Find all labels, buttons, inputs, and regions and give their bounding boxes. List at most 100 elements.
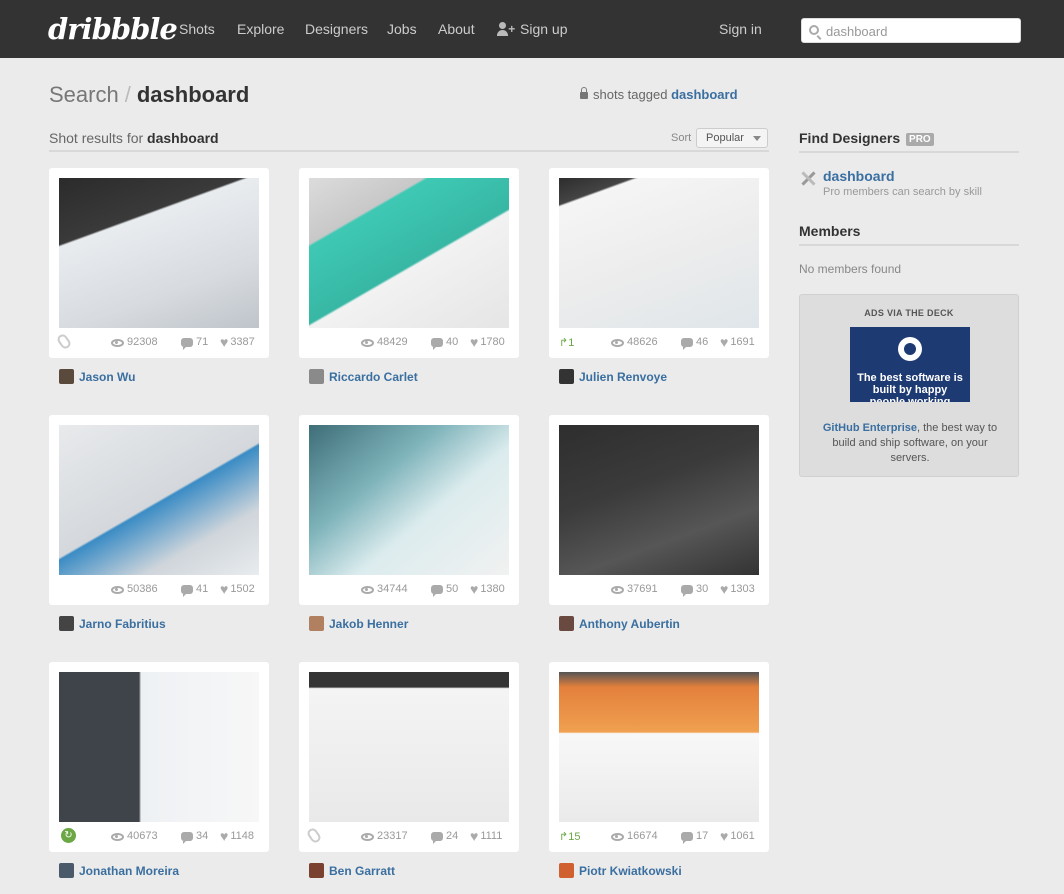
views-count[interactable]: 48429 — [361, 336, 408, 350]
likes-icon: ♥ — [220, 334, 229, 350]
avatar[interactable] — [59, 616, 74, 631]
shot-card[interactable]: 23317 24 ♥ 1111 — [299, 662, 519, 852]
avatar[interactable] — [59, 369, 74, 384]
likes-value: 1148 — [230, 830, 254, 842]
shot-thumbnail[interactable] — [309, 672, 509, 822]
avatar[interactable] — [559, 369, 574, 384]
search-breadcrumb[interactable]: Search — [49, 82, 119, 107]
comments-count[interactable]: 41 — [181, 583, 208, 597]
comments-count[interactable]: 40 — [431, 336, 458, 350]
player-link[interactable]: Ben Garratt — [309, 863, 395, 878]
avatar[interactable] — [309, 616, 324, 631]
comments-count[interactable]: 46 — [681, 336, 708, 350]
player-link[interactable]: Piotr Kwiatkowski — [559, 863, 682, 878]
nav-sign-in[interactable]: Sign in — [719, 21, 762, 37]
likes-count[interactable]: ♥ 1780 — [470, 334, 505, 350]
comments-value: 50 — [446, 583, 459, 595]
player-link[interactable]: Anthony Aubertin — [559, 616, 680, 631]
comments-count[interactable]: 24 — [431, 830, 458, 844]
skill-search-link[interactable]: dashboard — [823, 168, 895, 184]
nav-sign-up[interactable]: + Sign up — [497, 21, 567, 37]
views-count[interactable]: 92308 — [111, 336, 158, 350]
shot-card[interactable]: 34744 50 ♥ 1380 — [299, 415, 519, 605]
comments-count[interactable]: 17 — [681, 830, 708, 844]
likes-icon: ♥ — [470, 581, 479, 597]
player-link[interactable]: Jonathan Moreira — [59, 863, 179, 878]
likes-count[interactable]: ♥ 1691 — [720, 335, 755, 350]
shot-thumbnail[interactable] — [59, 672, 259, 822]
ad-image[interactable]: The best software is built by happy peop… — [850, 327, 970, 402]
comments-value: 30 — [696, 583, 709, 595]
likes-count[interactable]: ♥ 1303 — [720, 582, 755, 597]
rebound-icon[interactable]: ↻ — [61, 828, 76, 843]
dribbble-logo[interactable]: dribbble — [48, 12, 178, 46]
shot-card[interactable]: ↻ 40673 34 ♥ 1148 — [49, 662, 269, 852]
nav-explore[interactable]: Explore — [237, 21, 284, 37]
shot-thumbnail[interactable] — [559, 672, 759, 822]
shot-thumbnail[interactable] — [559, 425, 759, 575]
likes-count[interactable]: ♥ 3387 — [220, 334, 255, 350]
rebound-count[interactable]: ↱1 — [559, 336, 574, 350]
nav-shots[interactable]: Shots — [179, 21, 215, 37]
attachment-icon[interactable] — [305, 826, 323, 845]
player-link[interactable]: Jakob Henner — [309, 616, 408, 631]
likes-count[interactable]: ♥ 1502 — [220, 582, 255, 597]
avatar[interactable] — [309, 369, 324, 384]
shot-stats: 23317 24 ♥ 1111 — [299, 826, 519, 845]
tagged-shots-link[interactable]: shots tagged dashboard — [580, 87, 738, 102]
nav-about[interactable]: About — [438, 21, 475, 37]
player-name: Riccardo Carlet — [329, 370, 418, 384]
shot-card[interactable]: ↱15 16674 17 ♥ 1061 — [549, 662, 769, 852]
views-count[interactable]: 16674 — [611, 830, 658, 844]
views-value: 48429 — [377, 336, 408, 348]
views-count[interactable]: 23317 — [361, 830, 408, 844]
player-link[interactable]: Julien Renvoye — [559, 369, 667, 384]
player-link[interactable]: Riccardo Carlet — [309, 369, 418, 384]
shot-thumbnail[interactable] — [309, 425, 509, 575]
nav-jobs[interactable]: Jobs — [387, 21, 417, 37]
views-value: 37691 — [627, 583, 658, 595]
page-title: Search / dashboard — [49, 82, 249, 108]
comments-count[interactable]: 30 — [681, 583, 708, 597]
shot-thumbnail[interactable] — [59, 178, 259, 328]
nav-designers[interactable]: Designers — [305, 21, 368, 37]
likes-count[interactable]: ♥ 1148 — [220, 829, 254, 844]
player-link[interactable]: Jarno Fabritius — [59, 616, 166, 631]
shot-thumbnail[interactable] — [559, 178, 759, 328]
likes-icon: ♥ — [720, 828, 729, 844]
likes-count[interactable]: ♥ 1061 — [720, 828, 755, 844]
sort-select[interactable]: Popular — [696, 128, 768, 148]
views-count[interactable]: 50386 — [111, 583, 158, 597]
views-count[interactable]: 40673 — [111, 830, 158, 844]
comments-count[interactable]: 50 — [431, 583, 458, 597]
likes-count[interactable]: ♥ 1380 — [470, 581, 505, 597]
player-name: Ben Garratt — [329, 864, 396, 878]
avatar[interactable] — [309, 863, 324, 878]
shot-card[interactable]: 50386 41 ♥ 1502 — [49, 415, 269, 605]
comments-count[interactable]: 71 — [181, 336, 208, 350]
shot-card[interactable]: 48429 40 ♥ 1780 — [299, 168, 519, 358]
shot-stats: 50386 41 ♥ 1502 — [49, 582, 269, 597]
attachment-icon[interactable] — [55, 332, 73, 351]
views-count[interactable]: 48626 — [611, 336, 658, 350]
tagged-query[interactable]: dashboard — [671, 87, 737, 102]
shot-thumbnail[interactable] — [309, 178, 509, 328]
shot-card[interactable]: 37691 30 ♥ 1303 — [549, 415, 769, 605]
rebound-count[interactable]: ↱15 — [559, 830, 580, 844]
shot-card[interactable]: ↱1 48626 46 ♥ 1691 — [549, 168, 769, 358]
likes-icon: ♥ — [470, 334, 479, 350]
shot-thumbnail[interactable] — [59, 425, 259, 575]
views-count[interactable]: 37691 — [611, 583, 658, 597]
player-link[interactable]: Jason Wu — [59, 369, 135, 384]
ad-heading[interactable]: ADS VIA THE DECK — [800, 308, 1018, 318]
comments-count[interactable]: 34 — [181, 830, 208, 844]
search-input[interactable] — [826, 23, 1011, 39]
likes-count[interactable]: ♥ 1111 — [470, 829, 502, 844]
avatar[interactable] — [59, 863, 74, 878]
ad-link[interactable]: GitHub Enterprise — [823, 422, 917, 434]
avatar[interactable] — [559, 863, 574, 878]
avatar[interactable] — [559, 616, 574, 631]
views-count[interactable]: 34744 — [361, 583, 408, 597]
search-field[interactable] — [801, 18, 1021, 43]
shot-card[interactable]: 92308 71 ♥ 3387 — [49, 168, 269, 358]
